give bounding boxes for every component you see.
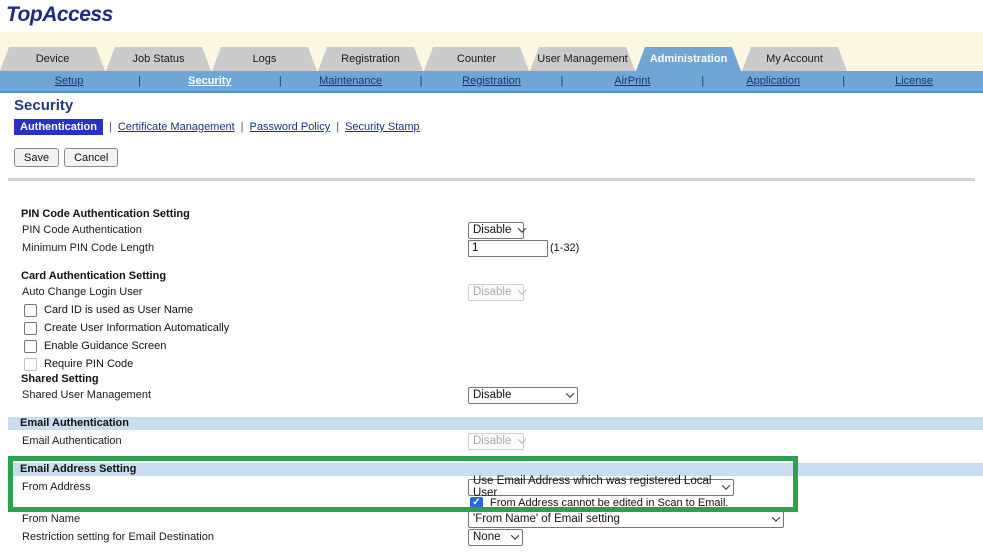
min-pin-length-label: Minimum PIN Code Length — [22, 242, 468, 254]
tab-administration[interactable]: Administration — [636, 47, 741, 71]
enable-guidance-checkbox-label: Enable Guidance Screen — [44, 340, 166, 352]
header-spacer — [0, 32, 983, 47]
from-address-selected-value: Use Email Address which was registered L… — [473, 475, 715, 499]
form-row: Create User Information Automatically — [0, 319, 983, 337]
chevron-down-icon — [722, 481, 730, 489]
email-auth-label: Email Authentication — [22, 435, 468, 447]
create-user-info-checkbox[interactable] — [24, 322, 37, 335]
subtab-certificate-management[interactable]: Certificate Management — [118, 121, 235, 133]
pin-auth-label: PIN Code Authentication — [22, 224, 468, 236]
from-address-lock-checkbox[interactable]: ✓ — [470, 497, 483, 510]
email-restriction-label: Restriction setting for Email Destinatio… — [22, 531, 468, 543]
save-button[interactable]: Save — [14, 148, 59, 167]
form-row: ✓ From Address cannot be edited in Scan … — [0, 496, 983, 510]
form-row: From Address Use Email Address which was… — [0, 478, 983, 496]
email-auth-selected-value: Disable — [473, 435, 511, 447]
shared-user-mgmt-label: Shared User Management — [22, 389, 468, 401]
pin-section-title: PIN Code Authentication Setting — [0, 208, 983, 221]
chevron-down-icon — [518, 286, 526, 294]
subnav-security[interactable]: Security — [188, 75, 231, 87]
admin-subnav: Setup | Security | Maintenance | Registr… — [0, 71, 983, 93]
toolbar: Save Cancel — [14, 148, 983, 167]
main-tab-bar: Device Job Status Logs Registration Coun… — [0, 47, 983, 71]
pin-auth-selected-value: Disable — [473, 224, 511, 236]
from-address-label: From Address — [22, 481, 468, 493]
form-row: Card ID is used as User Name — [0, 301, 983, 319]
form-row: Shared User Management Disable — [0, 386, 983, 404]
authentication-form: PIN Code Authentication Setting PIN Code… — [0, 208, 983, 546]
subnav-airprint[interactable]: AirPrint — [614, 75, 650, 87]
tab-logs[interactable]: Logs — [212, 47, 317, 71]
chevron-down-icon — [566, 389, 574, 397]
form-row: Restriction setting for Email Destinatio… — [0, 528, 983, 546]
email-restriction-selected-value: None — [473, 531, 501, 543]
subtab-password-policy[interactable]: Password Policy — [250, 121, 331, 133]
card-id-checkbox[interactable] — [24, 304, 37, 317]
pin-auth-select[interactable]: Disable — [468, 222, 524, 239]
form-row: Require PIN Code — [0, 355, 983, 373]
shared-user-mgmt-selected-value: Disable — [473, 389, 511, 401]
subnav-application[interactable]: Application — [746, 75, 800, 87]
separator: | — [336, 121, 339, 133]
min-pin-length-input[interactable] — [468, 240, 548, 257]
chevron-down-icon — [518, 435, 526, 443]
email-restriction-select[interactable]: None — [468, 529, 523, 546]
check-icon: ✓ — [472, 498, 480, 508]
tab-registration[interactable]: Registration — [318, 47, 423, 71]
from-name-selected-value: 'From Name' of Email setting — [473, 513, 620, 525]
form-row: Enable Guidance Screen — [0, 337, 983, 355]
from-address-lock-checkbox-label: From Address cannot be edited in Scan to… — [490, 497, 728, 509]
require-pin-checkbox — [24, 358, 37, 371]
chevron-down-icon — [518, 224, 526, 232]
form-row: From Name 'From Name' of Email setting — [0, 510, 983, 528]
tab-my-account[interactable]: My Account — [742, 47, 847, 71]
create-user-info-checkbox-label: Create User Information Automatically — [44, 322, 229, 334]
form-row: PIN Code Authentication Disable — [0, 221, 983, 239]
chevron-down-icon — [772, 513, 780, 521]
separator: | — [241, 121, 244, 133]
card-section-title: Card Authentication Setting — [0, 270, 983, 283]
topaccess-logo: TopAccess — [6, 3, 113, 27]
subnav-maintenance[interactable]: Maintenance — [319, 75, 382, 87]
email-auth-select: Disable — [468, 433, 524, 450]
cancel-button[interactable]: Cancel — [64, 148, 118, 167]
enable-guidance-checkbox[interactable] — [24, 340, 37, 353]
subnav-setup[interactable]: Setup — [55, 75, 84, 87]
auto-change-login-label: Auto Change Login User — [22, 286, 468, 298]
subnav-registration[interactable]: Registration — [462, 75, 521, 87]
shared-user-mgmt-select[interactable]: Disable — [468, 387, 578, 404]
security-subtabs: Authentication | Certificate Management … — [14, 119, 983, 135]
tab-user-management[interactable]: User Management — [530, 47, 635, 71]
form-row: Minimum PIN Code Length (1-32) — [0, 239, 983, 257]
header: TopAccess — [0, 0, 983, 32]
tab-job-status[interactable]: Job Status — [106, 47, 211, 71]
tab-device[interactable]: Device — [0, 47, 105, 71]
min-pin-length-range: (1-32) — [550, 242, 579, 254]
divider — [8, 178, 975, 181]
from-name-label: From Name — [22, 513, 468, 525]
from-name-select[interactable]: 'From Name' of Email setting — [468, 511, 784, 528]
require-pin-checkbox-label: Require PIN Code — [44, 358, 133, 370]
separator: | — [109, 121, 112, 133]
subnav-license[interactable]: License — [895, 75, 933, 87]
email-auth-section-title: Email Authentication — [8, 417, 983, 430]
form-row: Email Authentication Disable — [0, 432, 983, 450]
auto-change-login-selected-value: Disable — [473, 286, 511, 298]
form-row: Auto Change Login User Disable — [0, 283, 983, 301]
chevron-down-icon — [511, 531, 519, 539]
from-address-select[interactable]: Use Email Address which was registered L… — [468, 479, 734, 496]
page-title: Security — [14, 97, 983, 114]
subtab-security-stamp[interactable]: Security Stamp — [345, 121, 420, 133]
subtab-authentication[interactable]: Authentication — [14, 119, 103, 135]
tab-counter[interactable]: Counter — [424, 47, 529, 71]
auto-change-login-select: Disable — [468, 284, 524, 301]
card-id-checkbox-label: Card ID is used as User Name — [44, 304, 193, 316]
shared-section-title: Shared Setting — [0, 373, 983, 386]
